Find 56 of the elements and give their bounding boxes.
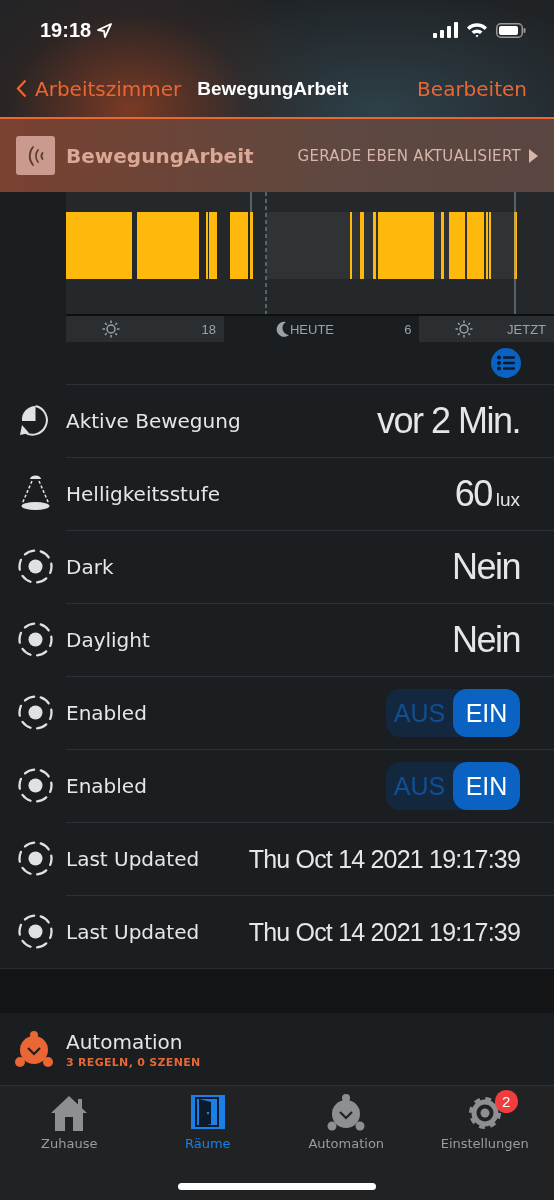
section-title: Automation	[66, 1029, 184, 1054]
motion-sensor-icon	[16, 136, 55, 175]
row-label: Helligkeitsstufe	[66, 482, 220, 506]
row-value: Nein	[451, 546, 520, 588]
home-icon	[50, 1093, 89, 1133]
home-indicator[interactable]	[178, 1182, 376, 1190]
tab-item[interactable]: Zuhause	[0, 1092, 139, 1151]
row-label: Enabled	[66, 774, 147, 798]
tab-item[interactable]: 2 Einstellungen	[415, 1092, 554, 1151]
back-button[interactable]: Arbeitszimmer	[16, 76, 182, 101]
list-view-button[interactable]	[491, 348, 521, 378]
device-name: BewegungArbeit	[66, 143, 255, 168]
axis-label: HEUTE	[290, 321, 335, 337]
edit-button[interactable]: Bearbeiten	[417, 76, 527, 101]
list-icon	[497, 355, 515, 371]
on-off-switch[interactable]: AUS EIN	[386, 689, 520, 737]
disclosure-triangle-icon[interactable]	[529, 148, 538, 163]
sensor-icon	[16, 839, 55, 878]
notification-badge: 2	[494, 1090, 518, 1113]
unit-label: lux	[495, 489, 520, 511]
battery-icon	[496, 22, 526, 38]
row-value: Thu Oct 14 2021 19:17:39	[248, 917, 520, 947]
section-subtitle: 3 REGELN, 0 SZENEN	[66, 1055, 201, 1069]
alarm-clock-icon	[327, 1093, 366, 1133]
sensor-icon	[16, 766, 55, 805]
alarm-clock-icon	[14, 1029, 54, 1069]
sensor-icon	[16, 547, 55, 586]
axis-label: 18	[201, 321, 216, 337]
row-label: Dark	[66, 555, 114, 579]
moon-icon	[276, 321, 290, 337]
row-value: Thu Oct 14 2021 19:17:39	[248, 844, 520, 874]
tab-item[interactable]: Räume	[138, 1092, 277, 1151]
row-label: Daylight	[66, 628, 150, 652]
screen-title: BewegungArbeit	[196, 77, 350, 100]
row-label: Aktive Bewegung	[66, 409, 241, 433]
update-status: GERADE EBEN AKTUALISIERT	[297, 146, 521, 165]
location-arrow-icon	[97, 22, 113, 38]
sun-icon	[102, 320, 120, 338]
axis-label: JETZT	[507, 321, 546, 337]
sensor-icon	[16, 912, 55, 951]
clock-time: 19:18	[40, 18, 92, 42]
sensor-icon	[16, 693, 55, 732]
wifi-icon	[466, 22, 488, 38]
axis-label: 6	[404, 321, 412, 337]
row-label: Last Updated	[66, 847, 200, 871]
sun-icon	[455, 320, 474, 338]
row-value: Nein	[451, 619, 520, 661]
on-off-switch[interactable]: AUS EIN	[386, 762, 520, 810]
signal-icon	[433, 22, 458, 38]
tab-item[interactable]: Automation	[277, 1092, 416, 1151]
row-label: Last Updated	[66, 920, 200, 944]
row-value: vor 2 Min.	[376, 400, 520, 442]
chevron-left-icon	[16, 79, 27, 98]
row-value: 60	[454, 473, 492, 515]
sensor-icon	[16, 620, 55, 659]
row-label: Enabled	[66, 701, 147, 725]
